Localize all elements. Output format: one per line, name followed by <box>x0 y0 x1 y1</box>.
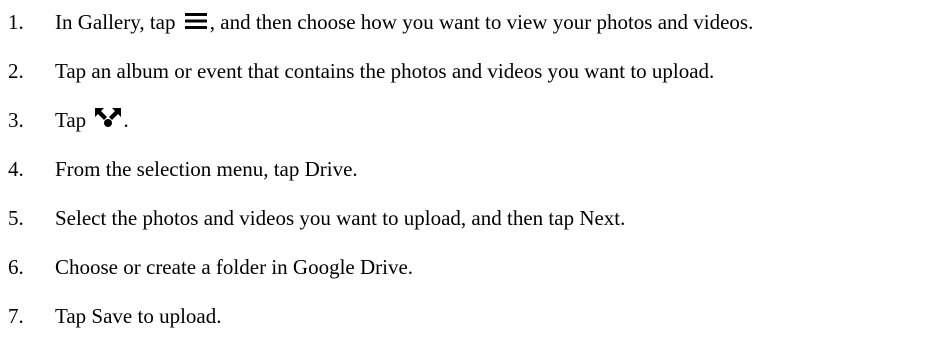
menu-icon <box>184 13 207 30</box>
step-1: 1. In Gallery, tap , and then choose how … <box>8 8 753 36</box>
step-6: 6. Choose or create a folder in Google Dr… <box>8 253 413 281</box>
step-3: 3. Tap . <box>8 106 129 134</box>
step-text: Select the photos and videos you want to… <box>55 206 626 230</box>
step-number: 7. <box>8 304 24 328</box>
step-text: Tap Save to upload. <box>55 304 222 328</box>
step-text: From the selection menu, tap Drive. <box>55 157 358 181</box>
step-text: , and then choose how you want to view y… <box>209 10 754 34</box>
step-number: 6. <box>8 255 24 279</box>
step-text: In Gallery, tap <box>55 10 176 34</box>
step-5: 5. Select the photos and videos you want … <box>8 204 625 232</box>
step-text: . <box>123 108 129 132</box>
step-2: 2. Tap an album or event that contains th… <box>8 57 714 85</box>
step-4: 4. From the selection menu, tap Drive. <box>8 155 358 183</box>
step-number: 2. <box>8 59 24 83</box>
step-text: Choose or create a folder in Google Driv… <box>55 255 414 279</box>
step-number: 5. <box>8 206 24 230</box>
step-number: 3. <box>8 108 24 132</box>
step-7: 7. Tap Save to upload. <box>8 302 222 330</box>
step-number: 1. <box>8 10 24 34</box>
share-icon <box>95 108 122 128</box>
step-number: 4. <box>8 157 24 181</box>
step-text: Tap <box>55 108 87 132</box>
step-text: Tap an album or event that contains the … <box>55 59 715 83</box>
